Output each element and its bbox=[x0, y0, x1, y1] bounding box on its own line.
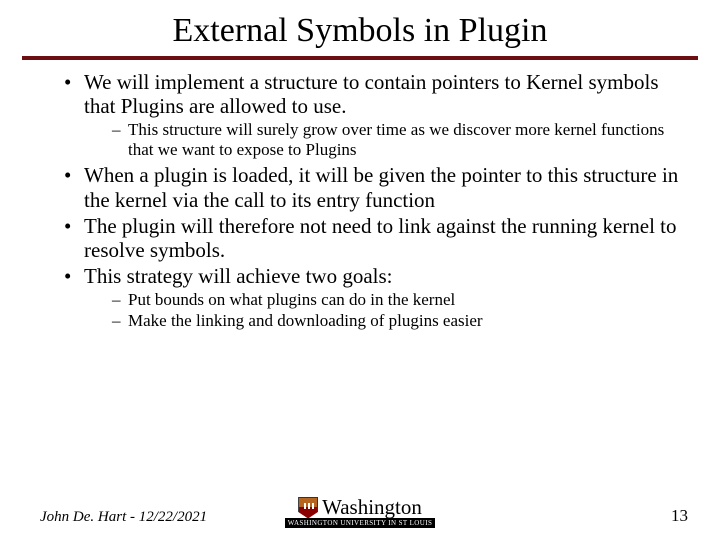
slide: External Symbols in Plugin We will imple… bbox=[0, 0, 720, 540]
slide-body: We will implement a structure to contain… bbox=[0, 70, 720, 330]
sub-bullet-item: This structure will surely grow over tim… bbox=[112, 120, 680, 159]
bullet-text: We will implement a structure to contain… bbox=[84, 70, 659, 118]
shield-icon bbox=[298, 497, 318, 519]
bullet-text: The plugin will therefore not need to li… bbox=[84, 214, 677, 262]
sub-bullet-item: Make the linking and downloading of plug… bbox=[112, 311, 680, 331]
bullet-text: This strategy will achieve two goals: bbox=[84, 264, 393, 288]
university-logo: Washington WASHINGTON UNIVERSITY IN ST L… bbox=[285, 495, 436, 528]
footer-logo-area: Washington WASHINGTON UNIVERSITY IN ST L… bbox=[0, 495, 720, 530]
sub-bullet-list: Put bounds on what plugins can do in the… bbox=[84, 290, 680, 330]
sub-bullet-text: Make the linking and downloading of plug… bbox=[128, 311, 483, 330]
page-number: 13 bbox=[671, 506, 688, 526]
title-underline bbox=[22, 56, 698, 60]
bullet-item: The plugin will therefore not need to li… bbox=[64, 214, 680, 262]
sub-bullet-item: Put bounds on what plugins can do in the… bbox=[112, 290, 680, 310]
sub-bullet-text: This structure will surely grow over tim… bbox=[128, 120, 664, 159]
slide-title: External Symbols in Plugin bbox=[0, 0, 720, 56]
bullet-text: When a plugin is loaded, it will be give… bbox=[84, 163, 678, 211]
bullet-item: We will implement a structure to contain… bbox=[64, 70, 680, 159]
footer: John De. Hart - 12/22/2021 Washington WA… bbox=[0, 490, 720, 530]
sub-bullet-text: Put bounds on what plugins can do in the… bbox=[128, 290, 455, 309]
bullet-list: We will implement a structure to contain… bbox=[40, 70, 680, 330]
sub-bullet-list: This structure will surely grow over tim… bbox=[84, 120, 680, 159]
university-subtitle: WASHINGTON UNIVERSITY IN ST LOUIS bbox=[285, 518, 436, 528]
bullet-item: When a plugin is loaded, it will be give… bbox=[64, 163, 680, 211]
bullet-item: This strategy will achieve two goals: Pu… bbox=[64, 264, 680, 330]
university-name: Washington bbox=[322, 495, 422, 520]
